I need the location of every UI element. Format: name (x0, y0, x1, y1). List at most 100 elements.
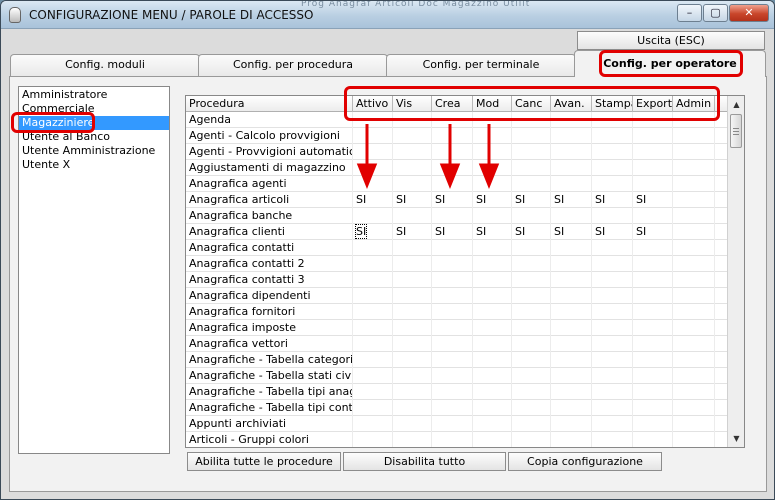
permission-cell[interactable] (673, 176, 715, 192)
permission-cell[interactable] (633, 144, 673, 160)
permission-cell[interactable] (353, 288, 393, 304)
permission-cell[interactable] (393, 320, 432, 336)
permission-cell[interactable] (393, 272, 432, 288)
permission-cell[interactable] (473, 176, 512, 192)
permission-cell[interactable] (473, 112, 512, 128)
procedure-name-cell[interactable]: Agenti - Provvigioni automatiche (186, 144, 353, 160)
scroll-thumb[interactable] (730, 114, 742, 148)
permission-cell[interactable] (512, 288, 551, 304)
permission-cell[interactable] (473, 256, 512, 272)
column-header[interactable]: Export (633, 96, 673, 112)
permission-cell[interactable] (633, 288, 673, 304)
permission-cell[interactable] (473, 304, 512, 320)
tab-config-terminale[interactable]: Config. per terminale (386, 54, 576, 76)
table-row[interactable]: Aggiustamenti di magazzino (186, 160, 728, 176)
permission-cell[interactable] (551, 176, 592, 192)
permission-cell[interactable]: SI (432, 224, 473, 240)
minimize-button[interactable]: – (677, 4, 702, 22)
table-row[interactable]: Anagrafica fornitori (186, 304, 728, 320)
permission-cell[interactable] (473, 240, 512, 256)
permission-cell[interactable] (633, 208, 673, 224)
procedure-name-cell[interactable]: Anagrafica vettori (186, 336, 353, 352)
permission-cell[interactable] (633, 384, 673, 400)
procedure-name-cell[interactable]: Anagrafiche - Tabella tipi anagrafic (186, 384, 353, 400)
permission-cell[interactable] (353, 272, 393, 288)
permission-cell[interactable] (512, 384, 551, 400)
permission-cell[interactable] (473, 288, 512, 304)
permission-cell[interactable] (353, 112, 393, 128)
table-row[interactable]: Anagrafica imposte (186, 320, 728, 336)
procedure-name-cell[interactable]: Articoli - Gruppi colori (186, 432, 353, 447)
permission-cell[interactable] (432, 304, 473, 320)
exit-button[interactable]: Uscita (ESC) (577, 31, 765, 50)
permission-cell[interactable] (592, 288, 633, 304)
permission-cell[interactable] (393, 432, 432, 447)
permission-cell[interactable] (592, 112, 633, 128)
permission-cell[interactable] (512, 144, 551, 160)
permission-cell[interactable] (592, 432, 633, 447)
table-row[interactable]: Anagrafica contatti 2 (186, 256, 728, 272)
table-row[interactable]: Anagrafica articoli SI SI SI SI SI SI SI SI (186, 192, 728, 208)
table-row[interactable]: Agenti - Calcolo provvigioni (186, 128, 728, 144)
table-row[interactable]: Appunti archiviati (186, 416, 728, 432)
permission-cell[interactable] (592, 256, 633, 272)
permission-cell[interactable] (473, 128, 512, 144)
permission-cell[interactable] (393, 336, 432, 352)
permission-cell[interactable] (551, 240, 592, 256)
permission-cell[interactable] (633, 272, 673, 288)
permission-cell[interactable]: SI (393, 192, 432, 208)
table-row[interactable]: Anagrafica clienti SI SI SI SI SI SI SI SI (186, 224, 728, 240)
permission-cell[interactable] (551, 128, 592, 144)
table-row[interactable]: Anagrafiche - Tabella categorie (186, 352, 728, 368)
permission-cell[interactable] (473, 144, 512, 160)
permission-cell[interactable] (551, 352, 592, 368)
procedure-name-cell[interactable]: Agenti - Calcolo provvigioni (186, 128, 353, 144)
permission-cell[interactable] (592, 208, 633, 224)
permission-cell[interactable] (393, 288, 432, 304)
permission-cell[interactable] (633, 112, 673, 128)
permission-cell[interactable] (673, 208, 715, 224)
permission-cell[interactable] (592, 240, 633, 256)
permission-cell[interactable] (473, 416, 512, 432)
permission-cell[interactable] (512, 320, 551, 336)
permission-cell[interactable] (432, 128, 473, 144)
permission-cell[interactable] (551, 208, 592, 224)
permission-cell[interactable]: SI (551, 224, 592, 240)
permission-cell[interactable] (592, 160, 633, 176)
operator-list-item[interactable]: Utente Amministrazione (19, 144, 169, 158)
maximize-button[interactable]: ▢ (703, 4, 728, 22)
permission-cell[interactable] (393, 144, 432, 160)
permission-cell[interactable] (432, 160, 473, 176)
table-row[interactable]: Agenda (186, 112, 728, 128)
permission-cell[interactable] (393, 368, 432, 384)
procedure-name-cell[interactable]: Anagrafica banche (186, 208, 353, 224)
permission-cell[interactable] (592, 352, 633, 368)
permission-cell[interactable] (551, 272, 592, 288)
permission-cell[interactable] (432, 256, 473, 272)
permission-cell[interactable] (353, 400, 393, 416)
permission-cell[interactable] (432, 384, 473, 400)
table-row[interactable]: Agenti - Provvigioni automatiche (186, 144, 728, 160)
disable-all-button[interactable]: Disabilita tutto (343, 452, 506, 471)
permission-cell[interactable] (551, 160, 592, 176)
permission-cell[interactable] (353, 384, 393, 400)
procedure-name-cell[interactable]: Anagrafica clienti (186, 224, 353, 240)
permission-cell[interactable] (473, 384, 512, 400)
permission-cell[interactable] (592, 384, 633, 400)
permission-cell[interactable] (673, 368, 715, 384)
permission-cell[interactable] (633, 368, 673, 384)
operator-list-item[interactable]: Commerciale (19, 102, 169, 116)
table-row[interactable]: Anagrafiche - Tabella stati civili (186, 368, 728, 384)
permissions-grid[interactable]: ProceduraAttivoVisCreaModCancAvan.Stampa… (185, 95, 745, 448)
column-header[interactable]: Canc (512, 96, 551, 112)
permission-cell[interactable] (432, 336, 473, 352)
permission-cell[interactable] (592, 176, 633, 192)
permission-cell[interactable]: SI (473, 192, 512, 208)
permission-cell[interactable] (673, 336, 715, 352)
operator-list-item[interactable]: Utente X (19, 158, 169, 172)
table-row[interactable]: Articoli - Gruppi colori (186, 432, 728, 447)
permission-cell[interactable] (512, 272, 551, 288)
permission-cell[interactable] (633, 400, 673, 416)
permission-cell[interactable] (512, 416, 551, 432)
table-row[interactable]: Anagrafica banche (186, 208, 728, 224)
